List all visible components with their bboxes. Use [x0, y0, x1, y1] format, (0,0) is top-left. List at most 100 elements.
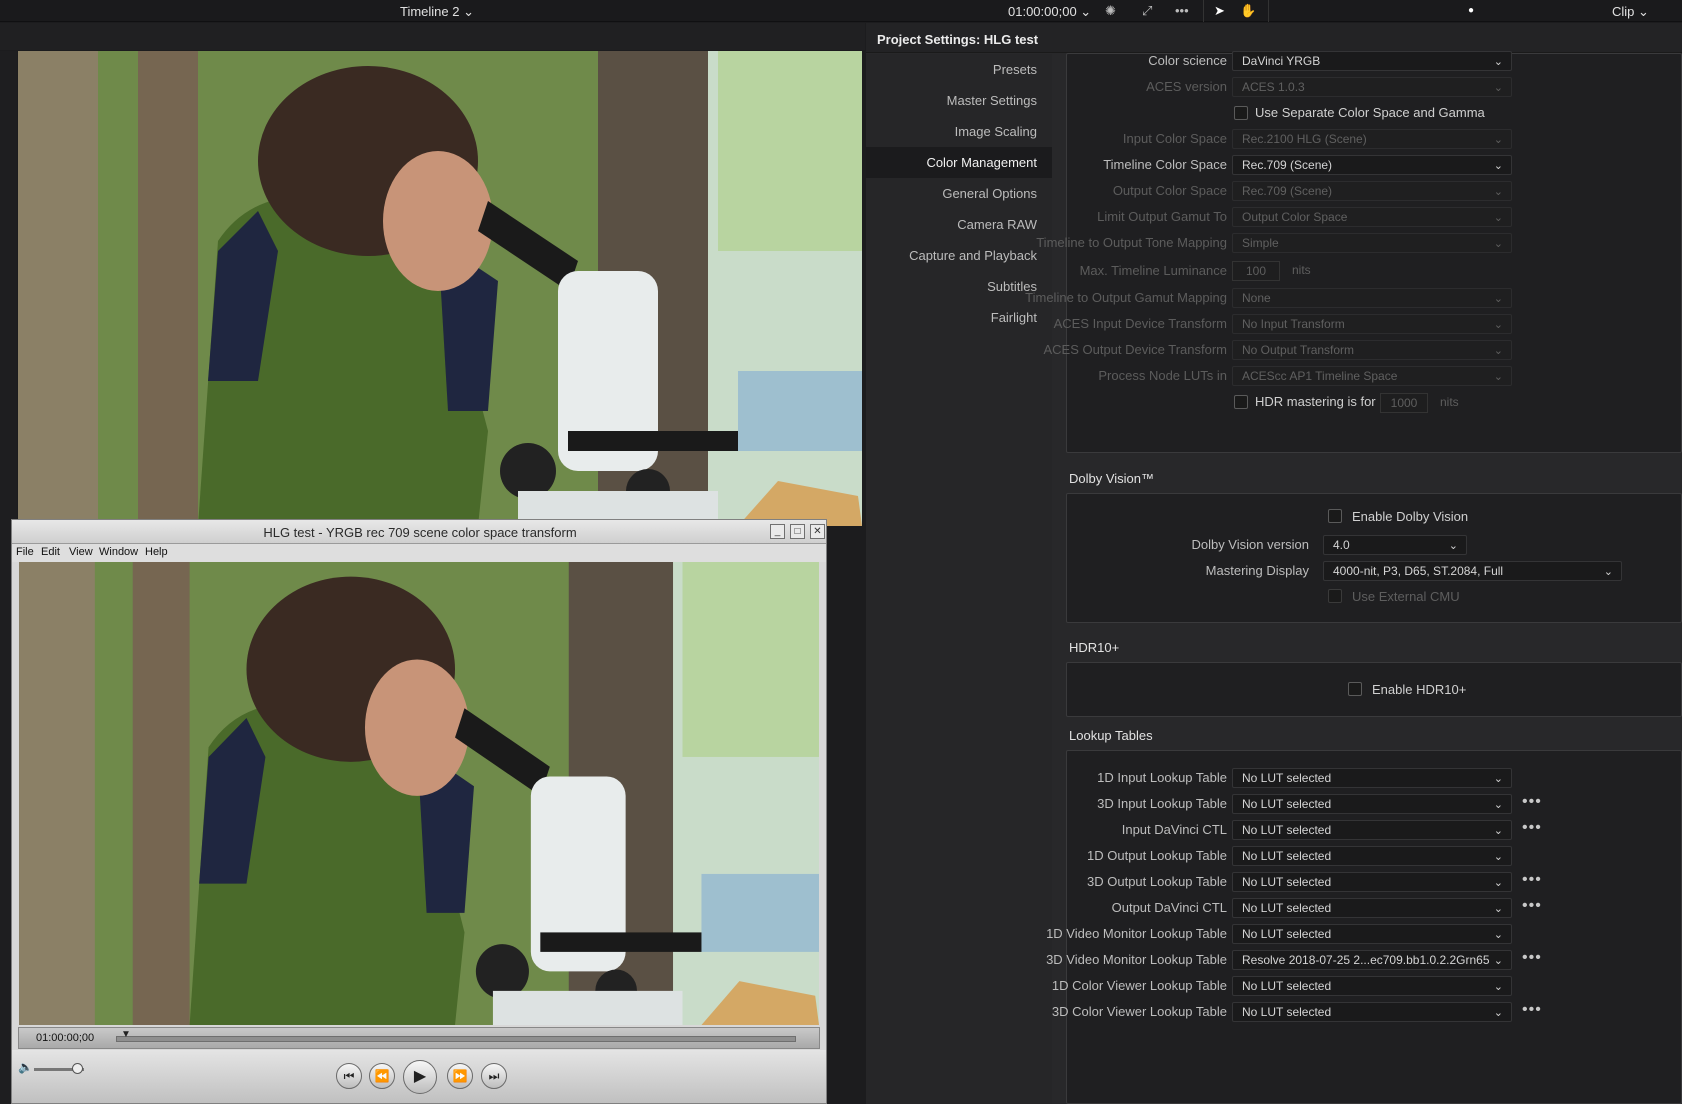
input-color-space-dropdown[interactable]: Rec.2100 HLG (Scene) ⌄ [1232, 129, 1512, 149]
skip-start-button[interactable]: ⏮ [336, 1063, 362, 1089]
color-science-value: DaVinci YRGB [1242, 54, 1321, 68]
3d-output-lookup-table-value: No LUT selected [1242, 875, 1332, 889]
player-titlebar[interactable]: HLG test - YRGB rec 709 scene color spac… [12, 520, 826, 544]
more-icon[interactable]: ••• [1175, 3, 1189, 18]
hdr-mastering-input[interactable]: 1000 [1380, 393, 1428, 413]
play-button[interactable]: ▶ [403, 1060, 437, 1094]
output-color-space-dropdown[interactable]: Rec.709 (Scene) ⌄ [1232, 181, 1512, 201]
1d-video-monitor-lookup-table-value: No LUT selected [1242, 927, 1332, 941]
project-settings-header: Project Settings: HLG test [866, 23, 1682, 53]
scrub-bar[interactable]: 01:00:00;00 ▼ [18, 1027, 820, 1049]
3d-color-viewer-lookup-table-label: 3D Color Viewer Lookup Table [1051, 1004, 1227, 1019]
3d-input-lookup-table-dropdown[interactable]: No LUT selected ⌄ [1232, 794, 1512, 814]
aces-output-device-transform-value: No Output Transform [1242, 343, 1355, 357]
chevron-down-icon: ⌄ [1493, 134, 1503, 146]
lut-options-icon[interactable]: ••• [1522, 819, 1542, 837]
chevron-down-icon: ⌄ [1493, 238, 1503, 250]
3d-output-lookup-table-dropdown[interactable]: No LUT selected ⌄ [1232, 872, 1512, 892]
1d-output-lookup-table-value: No LUT selected [1242, 849, 1332, 863]
mastering-display-dropdown[interactable]: 4000-nit, P3, D65, ST.2084, Full ⌄ [1323, 561, 1622, 581]
1d-color-viewer-lookup-table-dropdown[interactable]: No LUT selected ⌄ [1232, 976, 1512, 996]
hdr10-title: HDR10+ [1069, 640, 1120, 655]
menu-help[interactable]: Help [145, 546, 168, 558]
1d-color-viewer-lookup-table-value: No LUT selected [1242, 979, 1332, 993]
chevron-down-icon: ⌄ [1603, 566, 1613, 578]
enable-dolby-vision-checkbox[interactable] [1328, 509, 1342, 523]
aces-version-label: ACES version [1146, 79, 1227, 94]
chevron-down-icon: ⌄ [1493, 160, 1503, 172]
color-science-label: Color science [1148, 53, 1227, 68]
lut-options-icon[interactable]: ••• [1522, 1001, 1542, 1019]
timeline-selector[interactable]: Timeline 2 ⌄ [400, 4, 474, 20]
enable-hdr10-checkbox[interactable] [1348, 682, 1362, 696]
timeline-color-space-dropdown[interactable]: Rec.709 (Scene) ⌄ [1232, 155, 1512, 175]
timeline-to-output-gamut-mapping-dropdown[interactable]: None ⌄ [1232, 288, 1512, 308]
menu-edit[interactable]: Edit [41, 546, 60, 558]
scrub-track[interactable] [116, 1036, 796, 1042]
chevron-down-icon: ⌄ [1493, 56, 1503, 68]
maximize-button[interactable]: □ [790, 524, 805, 539]
pointer-icon[interactable]: ➤ [1214, 3, 1225, 19]
close-button[interactable]: ✕ [810, 524, 825, 539]
viewer-frame[interactable] [18, 51, 862, 526]
video-frame-image [18, 51, 862, 526]
hdr-mastering-checkbox[interactable] [1234, 395, 1248, 409]
timeline-color-space-label: Timeline Color Space [1103, 157, 1227, 172]
input-color-space-label: Input Color Space [1122, 131, 1227, 146]
lut-options-icon[interactable]: ••• [1522, 949, 1542, 967]
fullscreen-icon[interactable]: ⤢ [1142, 3, 1152, 19]
external-cmu-checkbox[interactable] [1328, 589, 1342, 603]
player-window[interactable]: HLG test - YRGB rec 709 scene color spac… [11, 519, 827, 1104]
output-davinci-ctl-dropdown[interactable]: No LUT selected ⌄ [1232, 898, 1512, 918]
aces-output-device-transform-dropdown[interactable]: No Output Transform ⌄ [1232, 340, 1512, 360]
1d-video-monitor-lookup-table-dropdown[interactable]: No LUT selected ⌄ [1232, 924, 1512, 944]
timeline-to-output-tone-mapping-dropdown[interactable]: Simple ⌄ [1232, 233, 1512, 253]
dolby-vision-title: Dolby Vision™ [1069, 471, 1155, 486]
timecode-display[interactable]: 01:00:00;00 ⌄ [1008, 4, 1091, 20]
process-node-luts-in-dropdown[interactable]: ACEScc AP1 Timeline Space ⌄ [1232, 366, 1512, 386]
dolby-version-dropdown[interactable]: 4.0 ⌄ [1323, 535, 1467, 555]
player-title: HLG test - YRGB rec 709 scene color spac… [263, 525, 577, 540]
1d-output-lookup-table-dropdown[interactable]: No LUT selected ⌄ [1232, 846, 1512, 866]
3d-color-viewer-lookup-table-value: No LUT selected [1242, 1005, 1332, 1019]
playhead-icon[interactable]: ▼ [121, 1029, 131, 1040]
chevron-down-icon: ⌄ [1493, 82, 1503, 94]
chevron-down-icon: ⌄ [1493, 1007, 1503, 1019]
1d-input-lookup-table-dropdown[interactable]: No LUT selected ⌄ [1232, 768, 1512, 788]
lut-options-icon[interactable]: ••• [1522, 871, 1542, 889]
minimize-button[interactable]: _ [770, 524, 785, 539]
1d-output-lookup-table-label: 1D Output Lookup Table [1087, 848, 1227, 863]
color-wheel-icon[interactable]: ✺ [1105, 3, 1116, 19]
aces-input-device-transform-label: ACES Input Device Transform [1053, 316, 1227, 331]
viewer-header [0, 23, 865, 50]
process-node-luts-in-value: ACEScc AP1 Timeline Space [1242, 369, 1398, 383]
chevron-down-icon: ⌄ [1493, 903, 1503, 915]
lut-options-icon[interactable]: ••• [1522, 793, 1542, 811]
3d-color-viewer-lookup-table-dropdown[interactable]: No LUT selected ⌄ [1232, 1002, 1512, 1022]
fast-forward-button[interactable]: ⏩ [447, 1063, 473, 1089]
max-luminance-input[interactable]: 100 [1232, 261, 1280, 281]
player-video[interactable] [19, 562, 819, 1025]
menu-view[interactable]: View [69, 546, 93, 558]
rewind-button[interactable]: ⏪ [369, 1063, 395, 1089]
hand-icon[interactable]: ✋ [1240, 3, 1256, 19]
timeline-color-space-value: Rec.709 (Scene) [1242, 158, 1333, 172]
color-science-dropdown[interactable]: DaVinci YRGB ⌄ [1232, 51, 1512, 71]
separate-color-space-checkbox[interactable] [1234, 106, 1248, 120]
top-toolbar: Timeline 2 ⌄ 01:00:00;00 ⌄ ✺ ⤢ ••• ➤ ✋ ●… [0, 0, 1682, 22]
aces-input-device-transform-dropdown[interactable]: No Input Transform ⌄ [1232, 314, 1512, 334]
volume-icon[interactable]: 🔈 [18, 1060, 33, 1074]
menu-window[interactable]: Window [99, 546, 138, 558]
mastering-display-label: Mastering Display [1205, 563, 1309, 578]
lookup-tables-title: Lookup Tables [1069, 728, 1153, 743]
volume-knob[interactable] [72, 1063, 83, 1074]
lut-options-icon[interactable]: ••• [1522, 897, 1542, 915]
limit-output-gamut-to-dropdown[interactable]: Output Color Space ⌄ [1232, 207, 1512, 227]
clip-selector[interactable]: Clip ⌄ [1612, 4, 1649, 20]
chevron-down-icon: ⌄ [1493, 799, 1503, 811]
menu-file[interactable]: File [16, 546, 34, 558]
input-davinci-ctl-dropdown[interactable]: No LUT selected ⌄ [1232, 820, 1512, 840]
skip-end-button[interactable]: ⏭ [481, 1063, 507, 1089]
aces-version-dropdown[interactable]: ACES 1.0.3 ⌄ [1232, 77, 1512, 97]
3d-video-monitor-lookup-table-dropdown[interactable]: Resolve 2018-07-25 2...ec709.bb1.0.2.2Gr… [1232, 950, 1512, 970]
